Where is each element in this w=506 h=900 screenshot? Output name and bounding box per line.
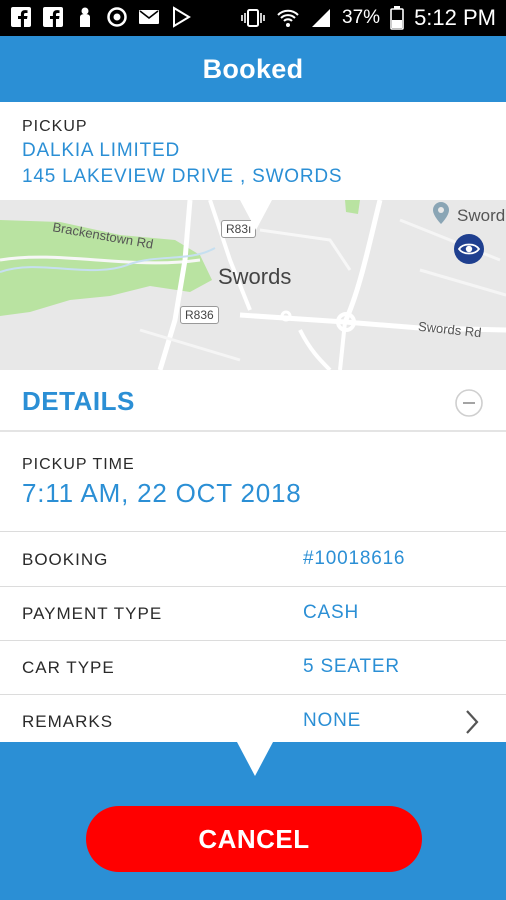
map-place-label: Sword <box>457 206 506 225</box>
pickup-section: PICKUP DALKIA LIMITED 145 LAKEVIEW DRIVE… <box>0 102 506 200</box>
eye-icon <box>458 243 480 255</box>
booking-number: #10018616 <box>303 548 406 569</box>
facebook-icon <box>43 7 63 27</box>
row-label: REMARKS <box>22 712 114 731</box>
chevron-right-icon[interactable] <box>462 708 482 736</box>
car-type-value: 5 SEATER <box>303 656 400 677</box>
cancel-button[interactable]: CANCEL <box>86 806 422 872</box>
details-title: DETAILS <box>22 386 135 416</box>
person-icon <box>80 7 90 27</box>
row-label: BOOKING <box>22 550 109 569</box>
pickup-time-section: PICKUP TIME 7:11 AM, 22 OCT 2018 <box>0 434 506 532</box>
system-status: 37% 5:12 PM <box>240 4 496 32</box>
status-bar: 37% 5:12 PM <box>0 0 506 36</box>
details-header[interactable]: DETAILS <box>0 370 506 432</box>
booking-row: BOOKING #10018616 <box>0 533 506 587</box>
bottom-pointer <box>237 742 273 776</box>
cancel-button-label: CANCEL <box>198 823 310 854</box>
pickup-name: DALKIA LIMITED <box>22 140 180 161</box>
wifi-icon <box>277 9 299 27</box>
pickup-time-value: 7:11 AM, 22 OCT 2018 <box>22 478 302 508</box>
clock: 5:12 PM <box>414 5 496 30</box>
payment-type-value: CASH <box>303 602 359 623</box>
mail-icon <box>139 10 159 24</box>
battery-icon <box>390 6 404 30</box>
minus-circle-icon[interactable] <box>454 388 484 418</box>
pickup-label: PICKUP <box>22 118 88 135</box>
road-tag: R836 <box>180 306 219 324</box>
app-header: Booked <box>0 36 506 102</box>
remarks-row[interactable]: REMARKS NONE <box>0 695 506 749</box>
map-pointer <box>240 200 272 230</box>
car-type-row: CAR TYPE 5 SEATER <box>0 641 506 695</box>
map-town-label: Swords <box>218 264 292 289</box>
view-map-button[interactable] <box>454 234 484 264</box>
battery-percent: 37% <box>342 7 381 28</box>
page-title: Booked <box>202 53 304 84</box>
pickup-time-label: PICKUP TIME <box>22 456 135 473</box>
remarks-value: NONE <box>303 710 362 731</box>
payment-type-row: PAYMENT TYPE CASH <box>0 587 506 641</box>
pickup-address: 145 LAKEVIEW DRIVE , SWORDS <box>22 166 343 187</box>
facebook-icon <box>11 7 31 27</box>
vibrate-icon <box>241 9 265 27</box>
row-label: CAR TYPE <box>22 658 115 677</box>
notification-icons <box>10 6 192 28</box>
signal-icon <box>312 9 331 27</box>
play-icon <box>173 6 191 28</box>
sync-icon <box>107 7 127 27</box>
row-label: PAYMENT TYPE <box>22 604 163 623</box>
